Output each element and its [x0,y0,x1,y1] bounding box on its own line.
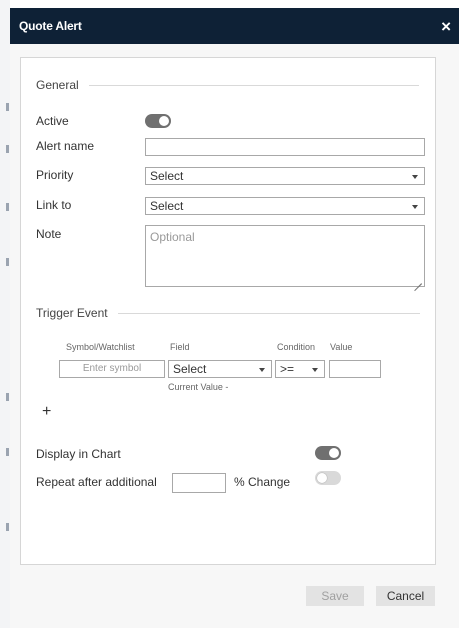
repeat-toggle[interactable] [315,471,341,485]
note-textarea[interactable]: Optional [145,225,425,287]
chevron-down-icon [412,175,418,179]
toggle-knob [317,473,327,483]
symbol-input[interactable]: Enter symbol [59,360,165,378]
note-label: Note [36,227,62,241]
column-header-symbol: Symbol/Watchlist [66,342,135,352]
column-header-condition: Condition [277,342,316,352]
general-section-heading: General [36,78,419,92]
priority-select-value: Select [150,169,184,183]
field-select-value: Select [173,362,207,376]
section-divider [88,84,419,86]
column-header-value: Value [330,342,353,352]
section-divider [117,312,420,314]
alert-name-input[interactable] [145,138,425,156]
column-header-field: Field [170,342,190,352]
save-button[interactable]: Save [306,586,364,606]
background-marker [6,393,9,401]
active-toggle[interactable] [145,114,171,128]
display-in-chart-label: Display in Chart [36,447,121,461]
cancel-button[interactable]: Cancel [376,586,435,606]
toggle-knob [159,116,169,126]
dialog-title: Quote Alert [19,19,82,33]
chevron-down-icon [412,205,418,209]
active-label: Active [36,114,69,128]
alert-form-panel: General Active Alert name Priority Selec… [20,57,436,565]
trigger-heading-text: Trigger Event [36,306,108,320]
note-placeholder: Optional [150,230,195,244]
toggle-knob [329,448,339,458]
link-to-label: Link to [36,198,72,212]
background-marker [6,203,9,211]
value-input[interactable] [329,360,381,378]
background-marker [6,523,9,531]
link-to-select[interactable]: Select [145,197,425,215]
background-marker [6,145,9,153]
resize-grip-icon[interactable] [414,276,422,284]
field-select[interactable]: Select [168,360,272,378]
add-trigger-button[interactable]: + [42,403,51,421]
condition-select[interactable]: >= [275,360,325,378]
trigger-section-heading: Trigger Event [36,306,420,320]
display-in-chart-toggle[interactable] [315,446,341,460]
alert-name-label: Alert name [36,139,95,153]
general-heading-text: General [36,78,79,92]
priority-label: Priority [36,168,74,182]
dialog-titlebar: Quote Alert × [10,8,459,44]
chevron-down-icon [312,368,318,372]
background-app-edge [0,0,10,628]
background-marker [6,448,9,456]
background-marker [6,103,9,111]
repeat-change-input[interactable] [172,473,226,493]
current-value-label: Current Value - [168,382,229,392]
priority-select[interactable]: Select [145,167,425,185]
close-icon[interactable]: × [441,18,451,35]
repeat-label: Repeat after additional [36,475,157,489]
background-marker [6,258,9,266]
pct-change-label: % Change [234,475,291,489]
link-to-select-value: Select [150,199,184,213]
condition-select-value: >= [280,362,295,376]
chevron-down-icon [259,368,265,372]
